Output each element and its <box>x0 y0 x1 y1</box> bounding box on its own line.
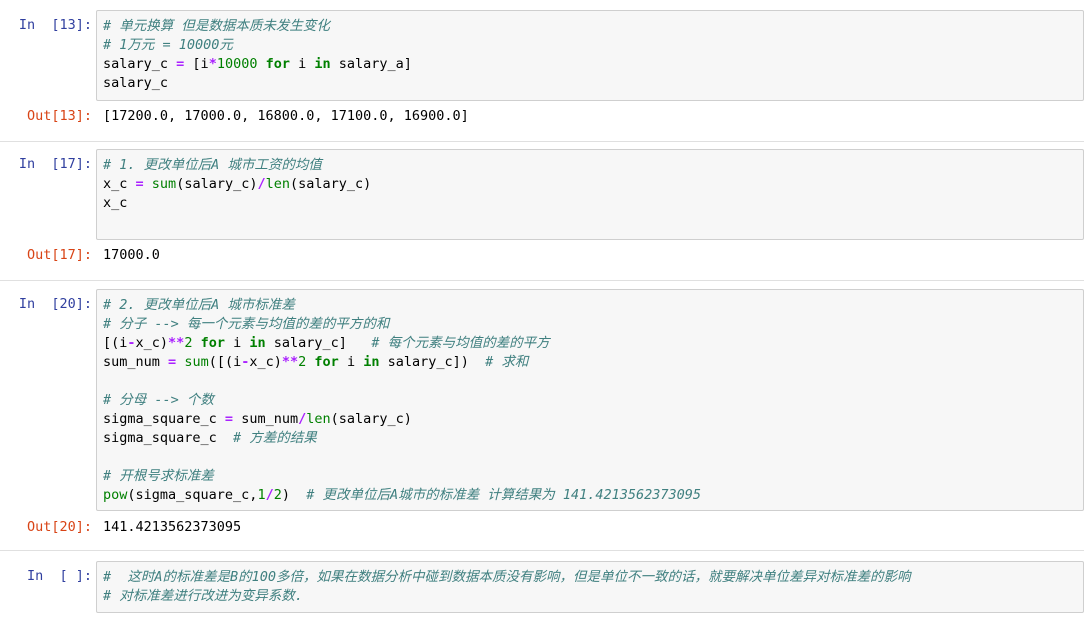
code-token: salary_c]) <box>379 354 486 370</box>
code-token: sum_num <box>233 411 299 427</box>
input-prompt: In [ ]: <box>26 568 92 584</box>
code-token: (salary_c) <box>176 176 258 192</box>
code-token: # 这时A的标准差是B的100多倍，如果在数据分析中碰到数据本质没有影响，但是单… <box>103 569 911 585</box>
code-token: x_c) <box>135 335 169 351</box>
code-token: (sigma_square_c, <box>127 487 258 503</box>
input-prompt: In [20]: <box>18 296 92 312</box>
code-token: x_c) <box>249 354 282 370</box>
code-token: # 方差的结果 <box>233 430 317 446</box>
code-editor[interactable]: # 这时A的标准差是B的100多倍，如果在数据分析中碰到数据本质没有影响，但是单… <box>96 561 1084 613</box>
code-token: 2 <box>273 487 282 503</box>
code-editor[interactable]: # 1. 更改单位后A 城市工资的均值 x_c = sum(salary_c)/… <box>96 149 1084 240</box>
code-token: 1 <box>257 487 266 503</box>
code-token: in <box>314 56 331 72</box>
code-token: 10000 <box>216 56 258 72</box>
code-token: salary_c <box>103 56 177 72</box>
code-token: [(i <box>103 335 128 351</box>
code-token: len <box>306 411 331 427</box>
code-editor[interactable]: # 单元换算 但是数据本质未发生变化 # 1万元 = 10000元 salary… <box>96 10 1084 101</box>
code-token: sigma_square_c <box>103 411 225 427</box>
code-token: i <box>290 56 315 72</box>
code-token: for <box>314 354 339 370</box>
code-token: salary_a] <box>330 56 412 72</box>
code-token: # 1. 更改单位后A 城市工资的均值 <box>103 157 322 173</box>
code-token: salary_c] <box>265 335 372 351</box>
code-token: # 对标准差进行改进为变异系数. <box>103 588 303 604</box>
code-token: # 分母 --> 个数 <box>103 392 214 408</box>
cell-separator <box>0 550 1084 551</box>
code-token: for <box>265 56 290 72</box>
code-token: # 更改单位后A城市的标准差 计算结果为 141.4213562373095 <box>306 487 702 503</box>
output-text: 17000.0 <box>103 247 160 263</box>
code-token: ** <box>281 354 299 370</box>
output-prompt: Out[20]: <box>26 519 92 535</box>
code-token: - <box>127 335 136 351</box>
code-text[interactable]: # 这时A的标准差是B的100多倍，如果在数据分析中碰到数据本质没有影响，但是单… <box>97 562 1083 606</box>
code-token: # 开根号求标准差 <box>103 468 214 484</box>
code-token: # 每个元素与均值的差的平方 <box>371 335 550 351</box>
code-token: sum <box>151 176 177 192</box>
code-token: sum_num <box>103 354 169 370</box>
code-editor[interactable]: # 2. 更改单位后A 城市标准差 # 分子 --> 每一个元素与均值的差的平方… <box>96 289 1084 511</box>
code-text[interactable]: # 2. 更改单位后A 城市标准差 # 分子 --> 每一个元素与均值的差的平方… <box>97 290 1083 505</box>
code-token: x_c <box>103 176 136 192</box>
code-token: in <box>363 354 380 370</box>
code-token: * <box>208 56 217 72</box>
code-token: len <box>265 176 290 192</box>
code-token: / <box>298 411 307 427</box>
code-token: / <box>257 176 266 192</box>
code-token: i <box>224 335 250 351</box>
cell-separator <box>0 280 1084 281</box>
output-prompt: Out[13]: <box>26 108 92 124</box>
code-token: in <box>249 335 266 351</box>
code-token: (salary_c) <box>330 411 412 427</box>
code-token: pow <box>103 487 128 503</box>
output-prompt: Out[17]: <box>26 247 92 263</box>
code-token: # 求和 <box>485 354 529 370</box>
code-token: ([(i <box>208 354 242 370</box>
code-token: salary_c <box>103 75 169 91</box>
cell-separator <box>0 141 1084 142</box>
output-text: 141.4213562373095 <box>103 519 242 535</box>
code-token: [i <box>184 56 209 72</box>
code-token: # 单元换算 但是数据本质未发生变化 <box>103 18 330 34</box>
code-text[interactable]: # 1. 更改单位后A 城市工资的均值 x_c = sum(salary_c)/… <box>97 150 1083 213</box>
code-token: # 分子 --> 每一个元素与均值的差的平方的和 <box>103 316 390 332</box>
code-token: = <box>135 176 144 192</box>
code-token: = <box>224 411 234 427</box>
code-token: # 1万元 = 10000元 <box>103 37 233 53</box>
code-token: i <box>338 354 364 370</box>
code-token: ) <box>281 487 307 503</box>
code-token: for <box>200 335 225 351</box>
code-token: (salary_c) <box>290 176 372 192</box>
code-token: = <box>168 354 177 370</box>
output-text: [17200.0, 17000.0, 16800.0, 17100.0, 169… <box>103 108 469 124</box>
code-token: / <box>265 487 274 503</box>
code-token: # 2. 更改单位后A 城市标准差 <box>103 297 295 313</box>
code-token: sigma_square_c <box>103 430 234 446</box>
input-prompt: In [13]: <box>18 17 92 33</box>
code-token: x_c <box>103 195 128 211</box>
code-text[interactable]: # 单元换算 但是数据本质未发生变化 # 1万元 = 10000元 salary… <box>97 11 1083 93</box>
code-token: sum <box>184 354 209 370</box>
input-prompt: In [17]: <box>18 156 92 172</box>
code-token: ** <box>168 335 185 351</box>
